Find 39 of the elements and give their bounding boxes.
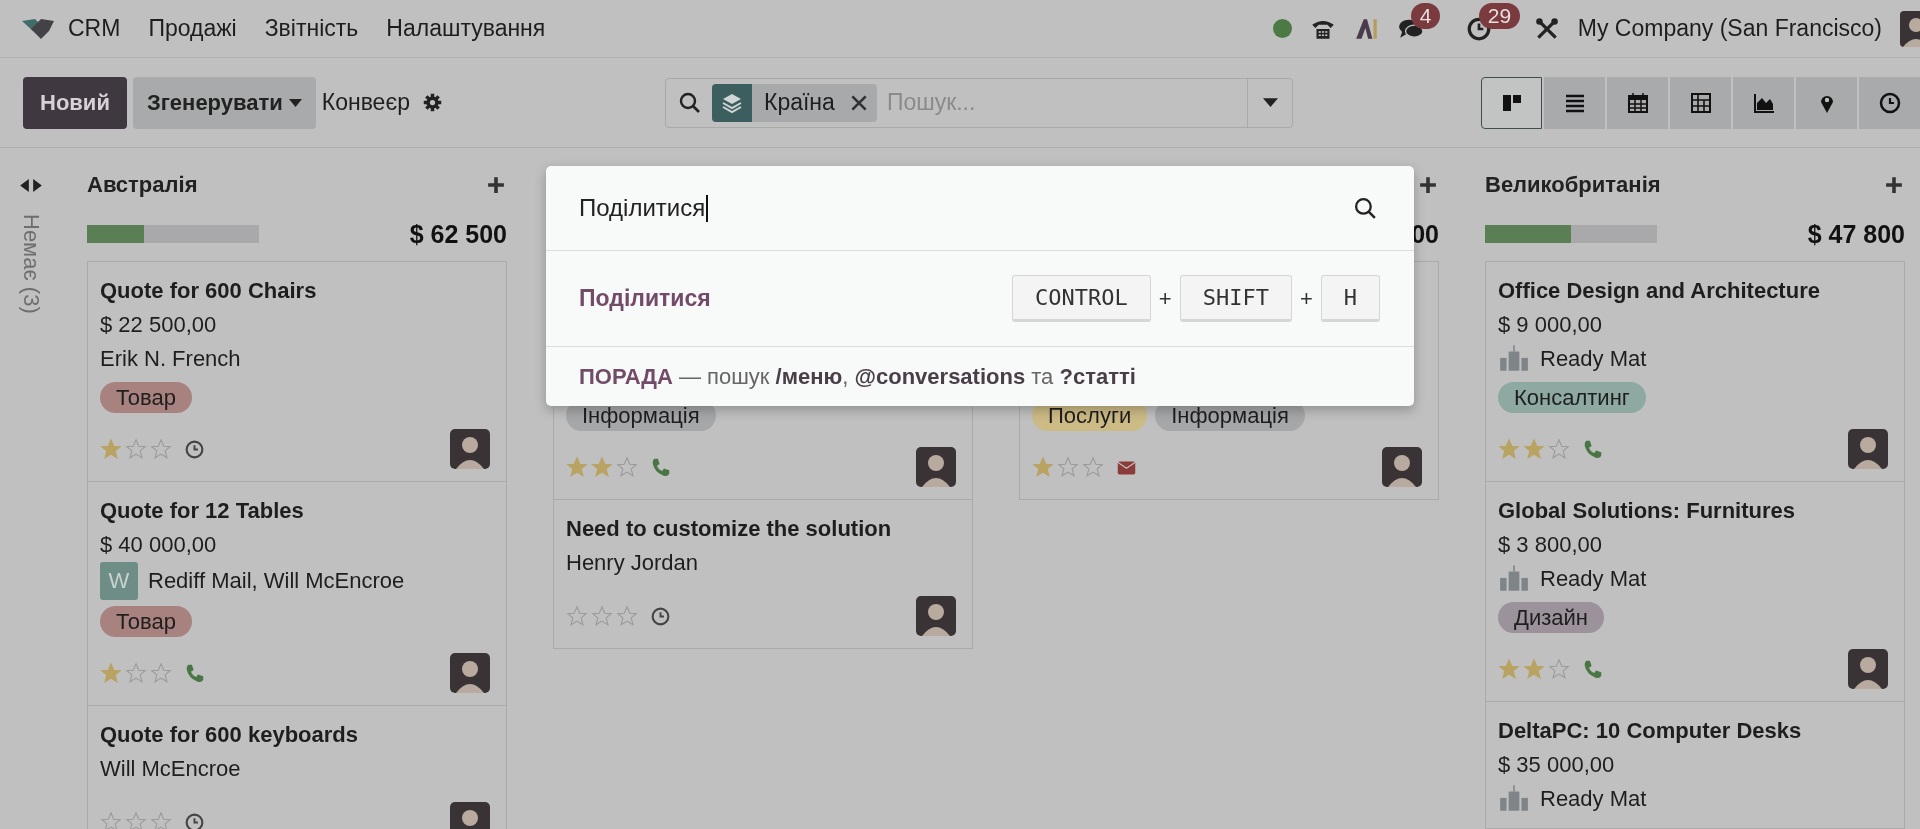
keyboard-key: H — [1320, 275, 1380, 322]
card-title: Quote for 12 Tables — [100, 497, 305, 525]
contact-name: Ready Mat — [1540, 565, 1647, 593]
facet-label: Країна — [764, 89, 835, 116]
card-amount: $ 22 500,00 — [100, 311, 218, 339]
keyboard-key: SHIFT — [1179, 275, 1292, 322]
contact-name: Henry Jordan — [566, 549, 699, 577]
tag: Консалтинг — [1498, 382, 1646, 413]
tag: Дизайн — [1498, 602, 1604, 633]
card-title: Global Solutions: Furnitures — [1498, 497, 1796, 525]
contact-name: Ready Mat — [1540, 785, 1647, 813]
contact-name: Erik N. French — [100, 345, 241, 373]
notification-badge: 4 — [1410, 2, 1441, 29]
hint-text: — пошук /меню, @conversations та ?статті — [678, 363, 1136, 390]
keyboard-key: CONTROL — [1012, 275, 1151, 322]
card-title: Need to customize the solution — [566, 515, 893, 543]
plus-sign: + — [1299, 285, 1313, 312]
column-title: Великобританія — [1485, 172, 1661, 198]
contact-name: Will McEncroe — [100, 755, 241, 783]
column-total: $ 47 800 — [1807, 219, 1905, 249]
card-amount: $ 35 000,00 — [1498, 751, 1616, 779]
card-title: Quote for 600 keyboards — [100, 721, 359, 749]
contact-initial-avatar: W — [100, 562, 138, 600]
contact-name: Ready Mat — [1540, 345, 1647, 373]
card-amount: $ 40 000,00 — [100, 531, 218, 559]
column-total: $ 62 500 — [409, 219, 507, 249]
card-title: Quote for 600 Chairs — [100, 277, 318, 305]
plus-sign: + — [1158, 285, 1172, 312]
tag: Товар — [100, 606, 192, 637]
column-title: Австралія — [87, 172, 198, 198]
card-title: DeltaPC: 10 Computer Desks — [1498, 717, 1803, 745]
card-title: Office Design and Architecture — [1498, 277, 1821, 305]
pipeline-title: Конвеєр — [321, 89, 410, 116]
notification-badge: 29 — [1478, 2, 1521, 29]
tag: Товар — [100, 382, 192, 413]
card-amount: $ 9 000,00 — [1498, 311, 1603, 339]
card-amount: $ 3 800,00 — [1498, 531, 1603, 559]
hint-label: ПОРАДА — [579, 363, 673, 390]
contact-name: Rediff Mail, Will McEncroe — [148, 567, 405, 595]
